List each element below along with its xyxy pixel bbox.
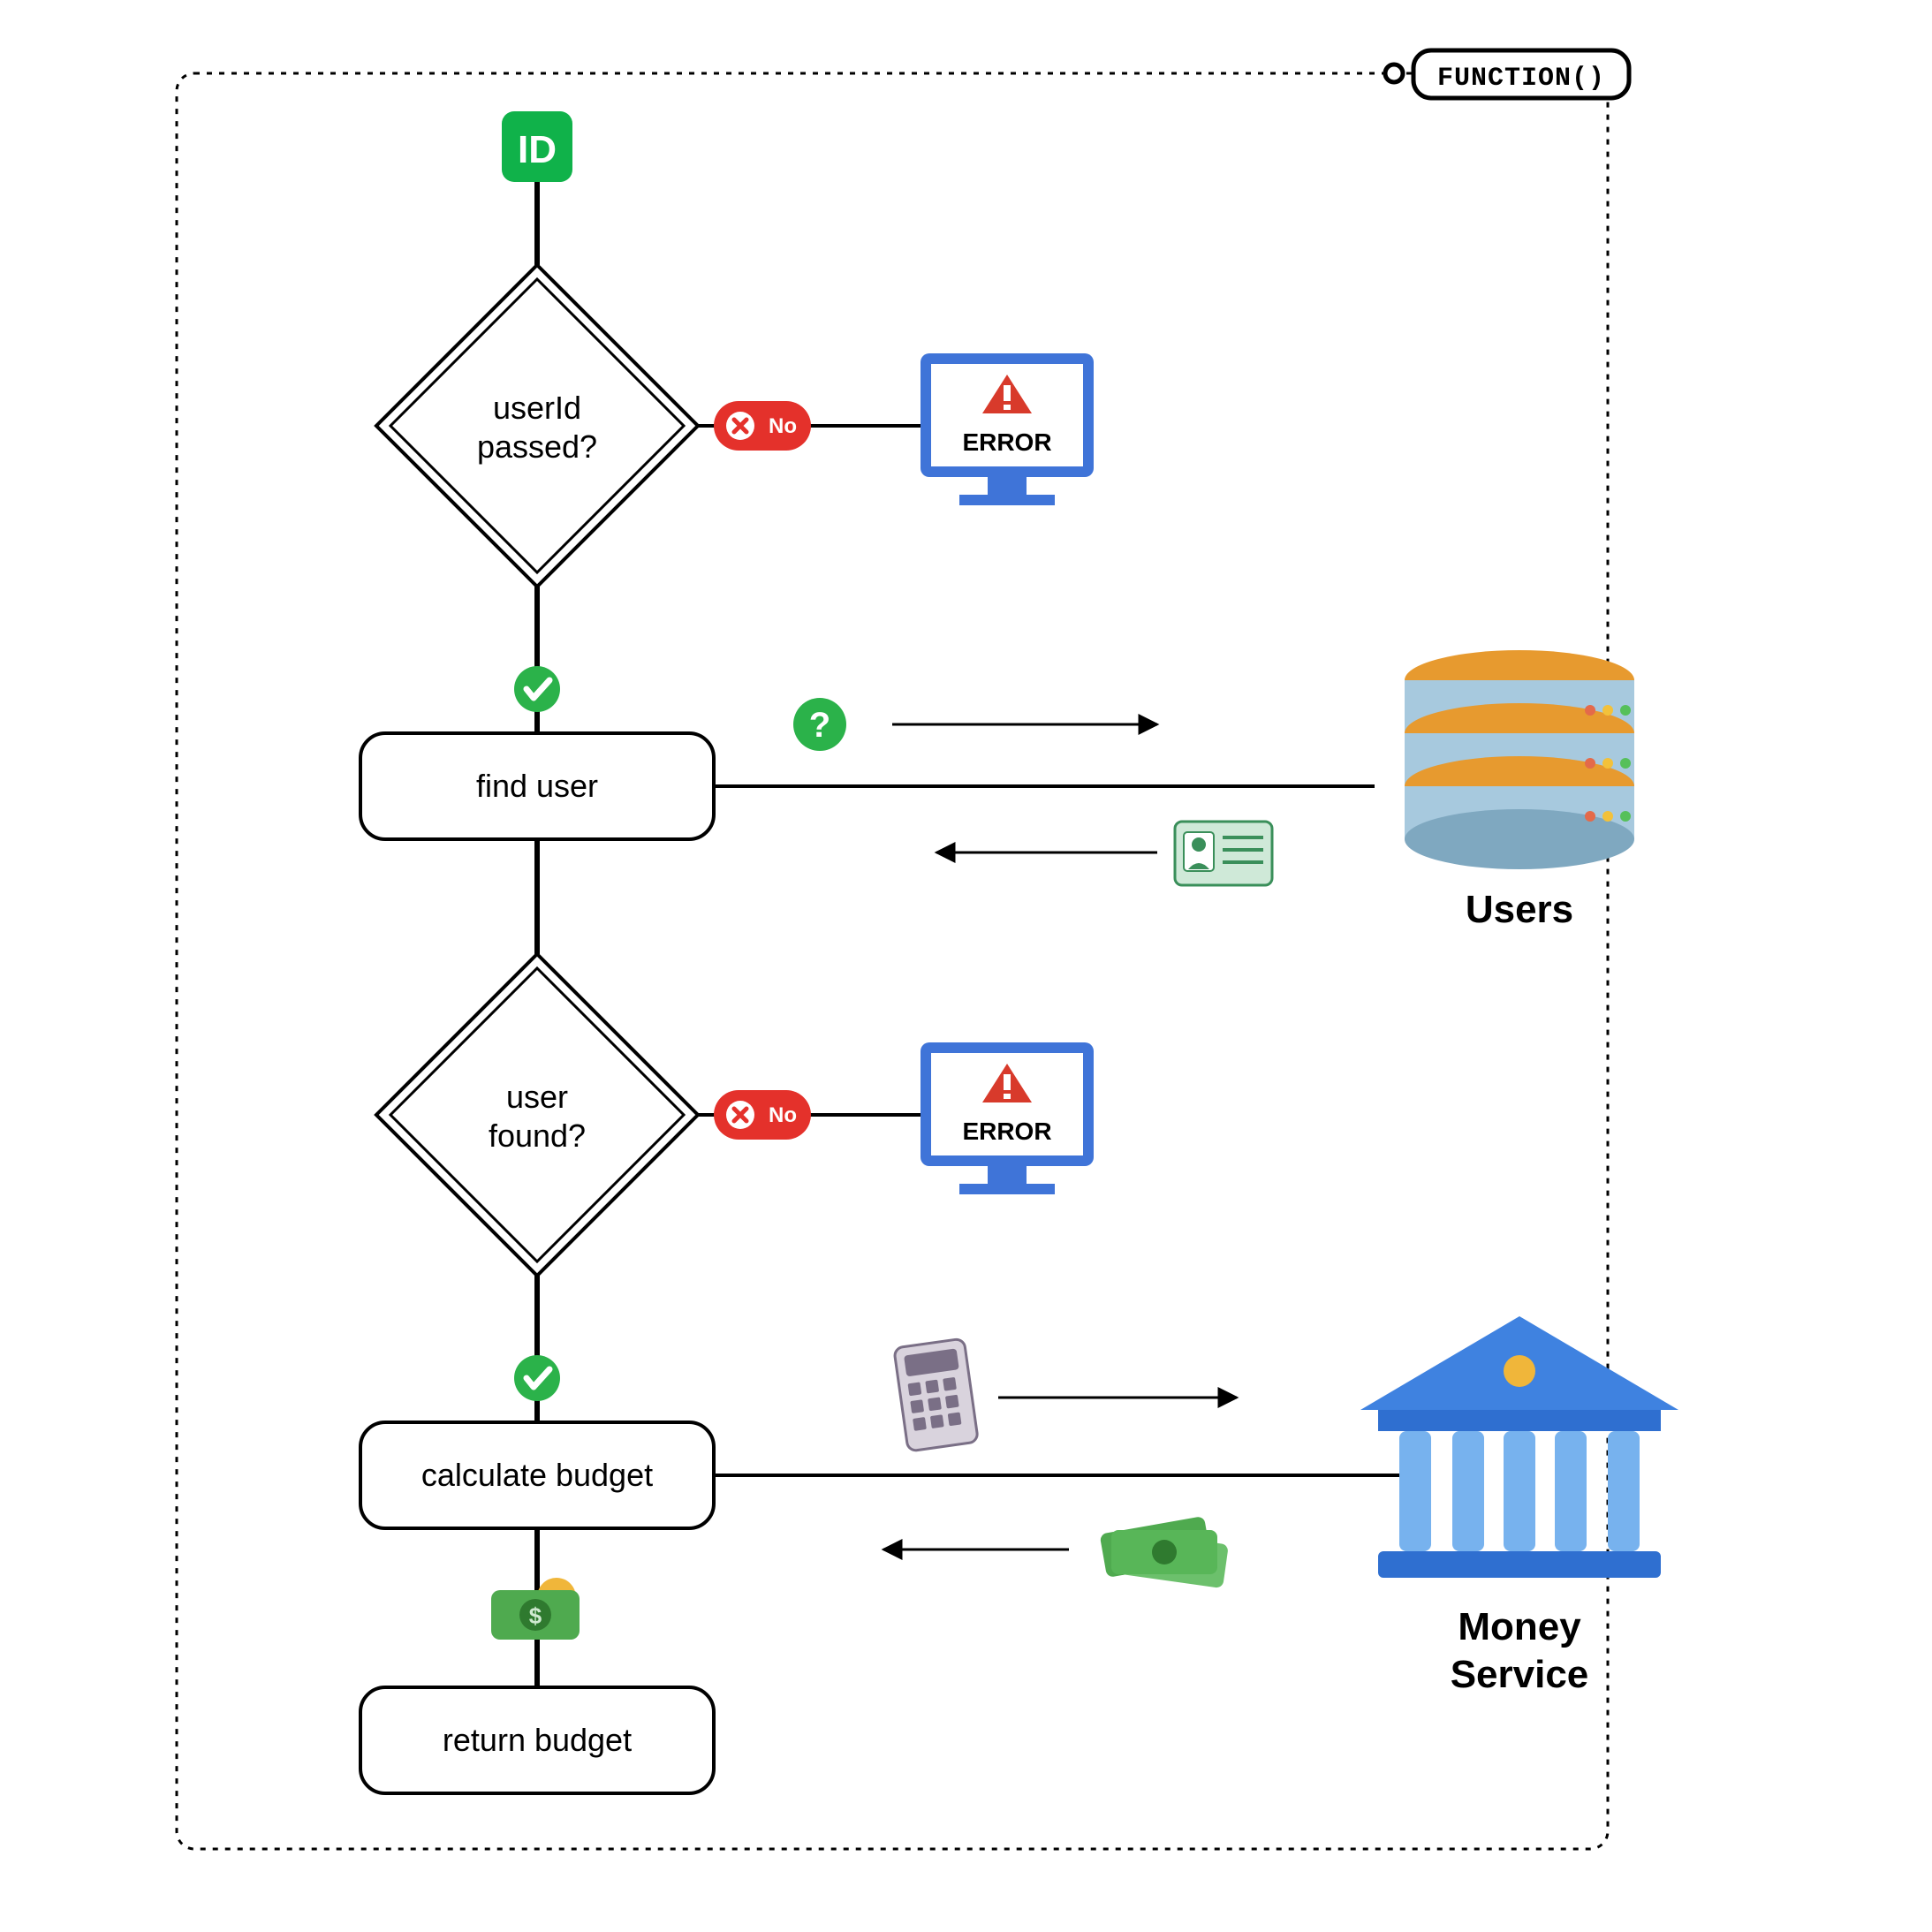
id-badge: ID [502, 111, 572, 182]
return-budget-text: return budget [443, 1722, 632, 1758]
frame-label-pill: FUNCTION() [1413, 50, 1629, 98]
decision-userfound-line2: found? [489, 1118, 586, 1154]
frame-label-text: FUNCTION() [1437, 64, 1605, 94]
no-badge-2-text: No [769, 1103, 797, 1127]
id-badge-text: ID [518, 128, 557, 171]
decision-userid-passed: userId passed? [376, 265, 698, 587]
check-icon-1 [514, 666, 560, 712]
question-icon: ? [793, 698, 846, 751]
calculate-budget-text: calculate budget [421, 1457, 653, 1493]
money-service-line1: Money [1458, 1605, 1581, 1648]
users-label: Users [1466, 888, 1573, 931]
calculator-icon [894, 1338, 979, 1451]
users-db-icon [1405, 650, 1634, 869]
process-find-user: find user [360, 733, 714, 839]
error-monitor-2: ERROR [921, 1042, 1094, 1194]
bank-icon [1360, 1316, 1678, 1578]
svg-text:?: ? [809, 706, 830, 745]
error-1-text: ERROR [962, 428, 1051, 456]
no-badge-1: No [714, 401, 811, 451]
decision-userid-line1: userId [493, 390, 581, 426]
decision-user-found: user found? [376, 954, 698, 1276]
no-badge-2: No [714, 1090, 811, 1140]
no-badge-1-text: No [769, 414, 797, 438]
process-calculate-budget: calculate budget [360, 1422, 714, 1528]
check-icon-2 [514, 1355, 560, 1401]
frame-label-dot [1385, 64, 1403, 82]
process-return-budget: return budget [360, 1687, 714, 1793]
decision-userid-line2: passed? [477, 428, 597, 465]
find-user-text: find user [476, 768, 598, 804]
error-monitor-1: ERROR [921, 353, 1094, 505]
decision-userfound-line1: user [506, 1079, 568, 1115]
money-service-line2: Service [1451, 1653, 1589, 1696]
function-frame [177, 73, 1608, 1849]
id-card-icon [1175, 822, 1272, 885]
money-stack-icon [1100, 1516, 1229, 1588]
error-2-text: ERROR [962, 1118, 1051, 1145]
svg-text:$: $ [529, 1602, 542, 1629]
